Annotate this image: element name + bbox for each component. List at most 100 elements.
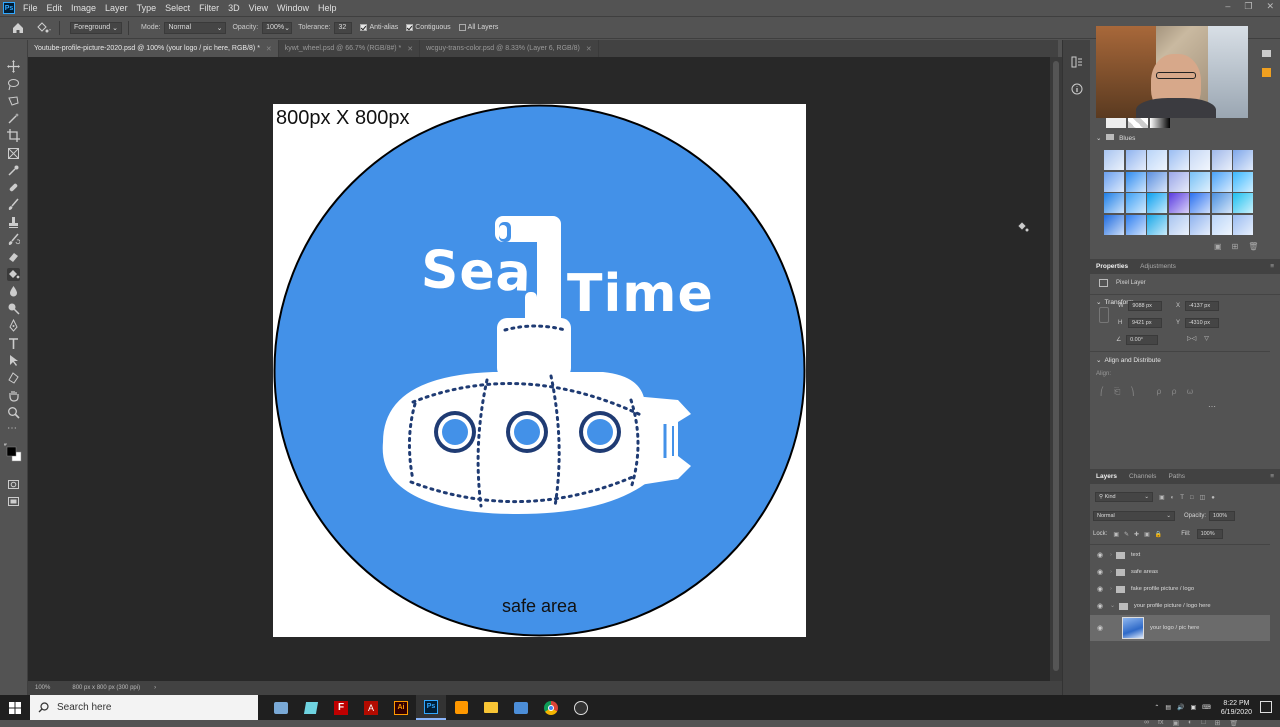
close-icon[interactable]: ✕ (1266, 1, 1274, 12)
layer-row-your-logo[interactable]: ◉ your logo / pic here (1090, 615, 1270, 641)
menu-layer[interactable]: Layer (105, 3, 128, 13)
healing-brush-tool-icon[interactable] (7, 181, 20, 194)
swatch[interactable] (1190, 171, 1210, 192)
visibility-eye-icon[interactable]: ◉ (1090, 568, 1110, 576)
swatch[interactable] (1104, 150, 1124, 170)
new-group-icon[interactable]: □ (1201, 719, 1205, 727)
swatch[interactable] (1125, 193, 1146, 213)
taskbar-app-explorer[interactable] (476, 695, 506, 720)
y-input[interactable]: -4310 px (1184, 318, 1219, 328)
align-section[interactable]: ⌄ Align and Distribute (1090, 351, 1270, 364)
menu-help[interactable]: Help (318, 3, 337, 13)
taskbar-app-network[interactable] (266, 695, 296, 720)
status-arrow-icon[interactable]: › (154, 685, 156, 691)
visibility-eye-icon[interactable]: ◉ (1090, 602, 1110, 610)
close-tab-icon[interactable]: ✕ (586, 45, 592, 53)
flip-vertical-icon[interactable]: ▽ (1204, 335, 1209, 342)
custom-shape-tool-icon[interactable] (7, 371, 20, 384)
swatch[interactable] (1233, 171, 1253, 192)
swatch[interactable] (1211, 193, 1232, 213)
delete-layer-icon[interactable]: 🗑 (1229, 719, 1238, 727)
more-options-icon[interactable]: ⋯ (1208, 402, 1216, 411)
height-input[interactable]: 9421 px (1128, 318, 1163, 328)
align-center-v-icon[interactable]: ⍴ (1171, 387, 1176, 397)
volume-icon[interactable]: 🔊 (1177, 704, 1184, 711)
close-tab-icon[interactable]: ✕ (266, 45, 272, 53)
blend-mode-dropdown[interactable]: Normal ⌄ (1093, 511, 1175, 521)
tolerance-input[interactable]: 32 (334, 21, 353, 34)
visibility-eye-icon[interactable]: ◉ (1090, 585, 1110, 593)
contiguous-checkbox[interactable] (406, 24, 414, 31)
swatch[interactable] (1233, 214, 1253, 235)
swatch[interactable] (1233, 150, 1253, 170)
layer-opacity-input[interactable]: 100% (1209, 511, 1236, 521)
swatch[interactable] (1168, 193, 1189, 213)
taskbar-search[interactable]: Search here (30, 695, 258, 720)
screen-mode-icon[interactable] (7, 495, 20, 508)
history-panel-icon[interactable] (1071, 56, 1083, 68)
taskbar-app-photoshop[interactable]: Ps (416, 695, 446, 720)
visibility-eye-icon[interactable]: ◉ (1090, 551, 1110, 559)
document-canvas[interactable]: 800px X 800px Sea Time safe area (273, 104, 806, 637)
taskbar-app-illustrator[interactable]: Ai (386, 695, 416, 720)
menu-window[interactable]: Window (277, 3, 309, 13)
tab-wcguy-trans-color[interactable]: wcguy-trans-color.psd @ 8.33% (Layer 6, … (420, 40, 599, 57)
move-tool-icon[interactable] (7, 60, 20, 73)
chevron-right-icon[interactable]: › (1110, 569, 1112, 575)
flip-horizontal-icon[interactable]: ▷◁ (1187, 335, 1196, 342)
swatch[interactable] (1106, 118, 1126, 128)
paint-bucket-icon[interactable] (7, 268, 20, 281)
swatch[interactable] (1147, 150, 1167, 170)
align-top-icon[interactable]: ⍴ (1156, 387, 1161, 397)
clone-stamp-tool-icon[interactable] (7, 216, 20, 229)
fx-icon[interactable]: fx (1158, 719, 1163, 727)
visibility-eye-icon[interactable]: ◉ (1090, 624, 1110, 632)
layer-row-your-profile[interactable]: ◉ ⌄ your profile picture / logo here (1090, 598, 1270, 614)
swatch[interactable] (1168, 214, 1189, 235)
magic-wand-tool-icon[interactable] (7, 112, 20, 125)
menu-3d[interactable]: 3D (228, 3, 240, 13)
taskbar-app-chrome[interactable] (536, 695, 566, 720)
link-icon[interactable] (1099, 307, 1109, 323)
vertical-scrollbar[interactable] (1050, 57, 1062, 681)
taskbar-app-obs[interactable] (566, 695, 596, 720)
blur-tool-icon[interactable] (7, 285, 20, 298)
swatch[interactable] (1211, 150, 1232, 170)
panel-collapse-icons[interactable] (1260, 48, 1274, 88)
pen-tool-icon[interactable] (7, 319, 20, 332)
zoom-level[interactable]: 100% (35, 685, 50, 691)
chevron-right-icon[interactable]: › (1110, 552, 1112, 558)
swatch[interactable] (1104, 193, 1124, 213)
align-right-icon[interactable]: ⎞ (1130, 387, 1134, 397)
antialias-checkbox[interactable] (360, 24, 368, 31)
add-mask-icon[interactable]: ▣ (1172, 719, 1179, 727)
layer-row-fake-profile[interactable]: ◉ › fake profile picture / logo (1090, 581, 1270, 597)
color-swatches-icon[interactable] (4, 442, 24, 462)
polygonal-lasso-tool-icon[interactable] (7, 95, 20, 108)
all-layers-checkbox[interactable] (458, 24, 466, 31)
swatch[interactable] (1147, 193, 1167, 213)
fill-source-dropdown[interactable]: Foreground ⌄ (70, 21, 122, 34)
taskbar-app-settings[interactable] (506, 695, 536, 720)
crop-tool-icon[interactable] (7, 129, 20, 142)
minimize-icon[interactable]: – (1225, 1, 1230, 12)
menu-edit[interactable]: Edit (47, 3, 63, 13)
hand-tool-icon[interactable] (7, 389, 20, 402)
taskbar-app-acrobat[interactable]: A (356, 695, 386, 720)
menu-filter[interactable]: Filter (199, 3, 219, 13)
panel-menu-icon[interactable]: ≡ (1270, 473, 1274, 480)
show-hidden-icons-icon[interactable]: ⌃ (1154, 704, 1159, 711)
display-icon[interactable]: ▣ (1191, 704, 1197, 711)
layer-row-text[interactable]: ◉ › text (1090, 547, 1270, 563)
tab-youtube-profile-picture[interactable]: Youtube-profile-picture-2020.psd @ 100% … (28, 40, 279, 57)
start-button[interactable] (0, 695, 30, 720)
tab-adjustments[interactable]: Adjustments (1140, 263, 1176, 270)
swatch[interactable] (1147, 171, 1167, 192)
swatch[interactable] (1150, 118, 1170, 128)
swatch[interactable] (1168, 171, 1189, 192)
fill-input[interactable]: 100% (1196, 529, 1223, 539)
swatch-grid[interactable] (1104, 150, 1258, 236)
swatch[interactable] (1128, 118, 1148, 128)
eraser-tool-icon[interactable] (7, 250, 20, 263)
menu-view[interactable]: View (249, 3, 268, 13)
